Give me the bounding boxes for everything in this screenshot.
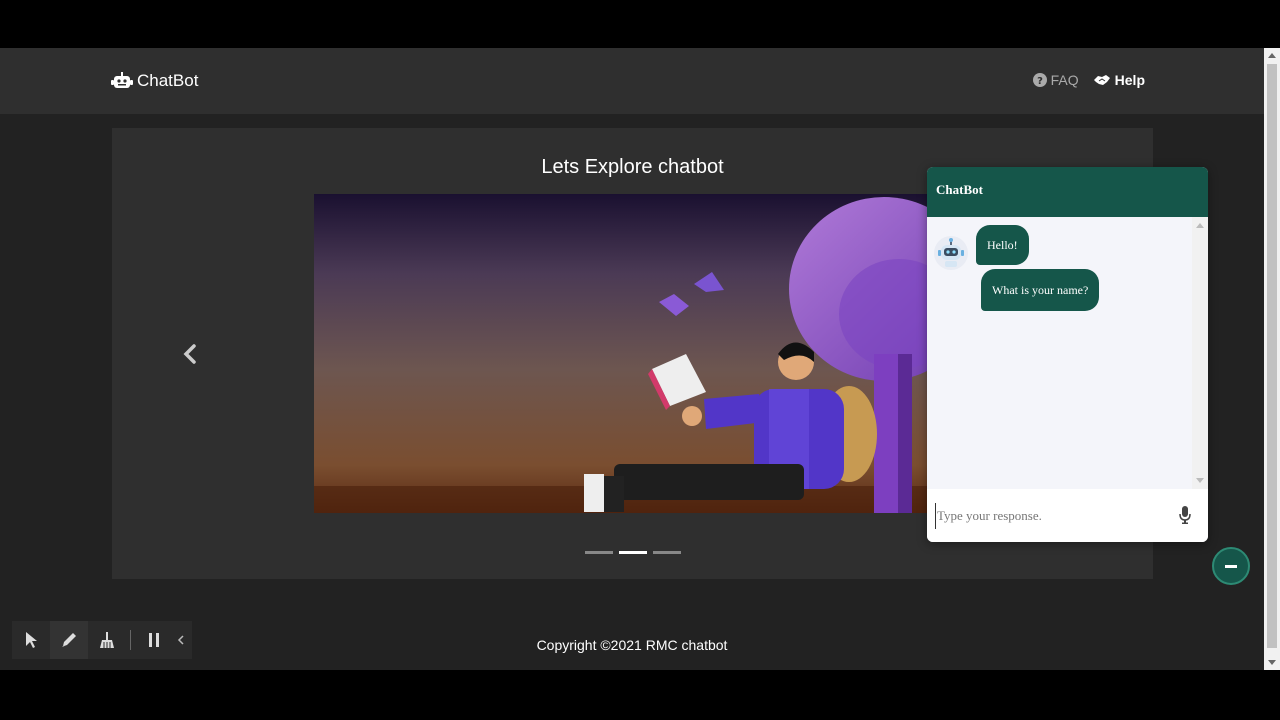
robot-icon bbox=[111, 72, 133, 88]
carousel-indicator-2[interactable] bbox=[619, 551, 647, 554]
carousel-indicator-3[interactable] bbox=[653, 551, 681, 554]
question-circle-icon: ? bbox=[1032, 73, 1047, 87]
chat-messages[interactable]: Hello! What is your name? bbox=[927, 217, 1192, 489]
page-scrollbar[interactable] bbox=[1264, 48, 1280, 670]
faq-link[interactable]: ? FAQ bbox=[1032, 72, 1079, 88]
page-scroll-down-icon[interactable] bbox=[1268, 660, 1276, 665]
help-label: Help bbox=[1114, 72, 1145, 88]
microphone-icon[interactable] bbox=[1178, 506, 1192, 524]
chat-response-input[interactable] bbox=[935, 503, 1169, 529]
help-link[interactable]: Help bbox=[1093, 72, 1145, 88]
brand-link[interactable]: ChatBot bbox=[111, 70, 198, 92]
page-scroll-thumb[interactable] bbox=[1267, 64, 1277, 648]
nav-links: ? FAQ Help bbox=[1032, 72, 1145, 88]
chevron-left-icon[interactable] bbox=[180, 342, 200, 366]
scroll-up-arrow-icon[interactable] bbox=[1196, 223, 1204, 228]
chat-widget: ChatBot Hello! What is your name? bbox=[927, 167, 1208, 542]
carousel-image bbox=[314, 194, 951, 513]
chat-message-bot-1: Hello! bbox=[976, 225, 1029, 265]
chat-message-bot-2: What is your name? bbox=[981, 269, 1100, 311]
scroll-down-arrow-icon[interactable] bbox=[1196, 478, 1204, 483]
carousel-indicator-1[interactable] bbox=[585, 551, 613, 554]
svg-text:?: ? bbox=[1037, 76, 1043, 87]
chat-header-title: ChatBot bbox=[927, 167, 1208, 217]
copyright: Copyright ©2021 RMC chatbot bbox=[536, 637, 728, 653]
chat-scrollbar[interactable] bbox=[1192, 217, 1208, 489]
carousel-indicators bbox=[585, 551, 681, 554]
bot-avatar-icon bbox=[934, 236, 968, 270]
page-scroll-up-icon[interactable] bbox=[1268, 53, 1276, 58]
brand-label: ChatBot bbox=[137, 71, 199, 90]
handshake-icon bbox=[1093, 75, 1110, 85]
chat-input-row bbox=[927, 489, 1208, 542]
minimize-chat-button[interactable] bbox=[1212, 547, 1250, 585]
faq-label: FAQ bbox=[1050, 72, 1079, 88]
minus-icon bbox=[1225, 564, 1237, 568]
navbar: ChatBot ? FAQ Help bbox=[0, 48, 1264, 114]
